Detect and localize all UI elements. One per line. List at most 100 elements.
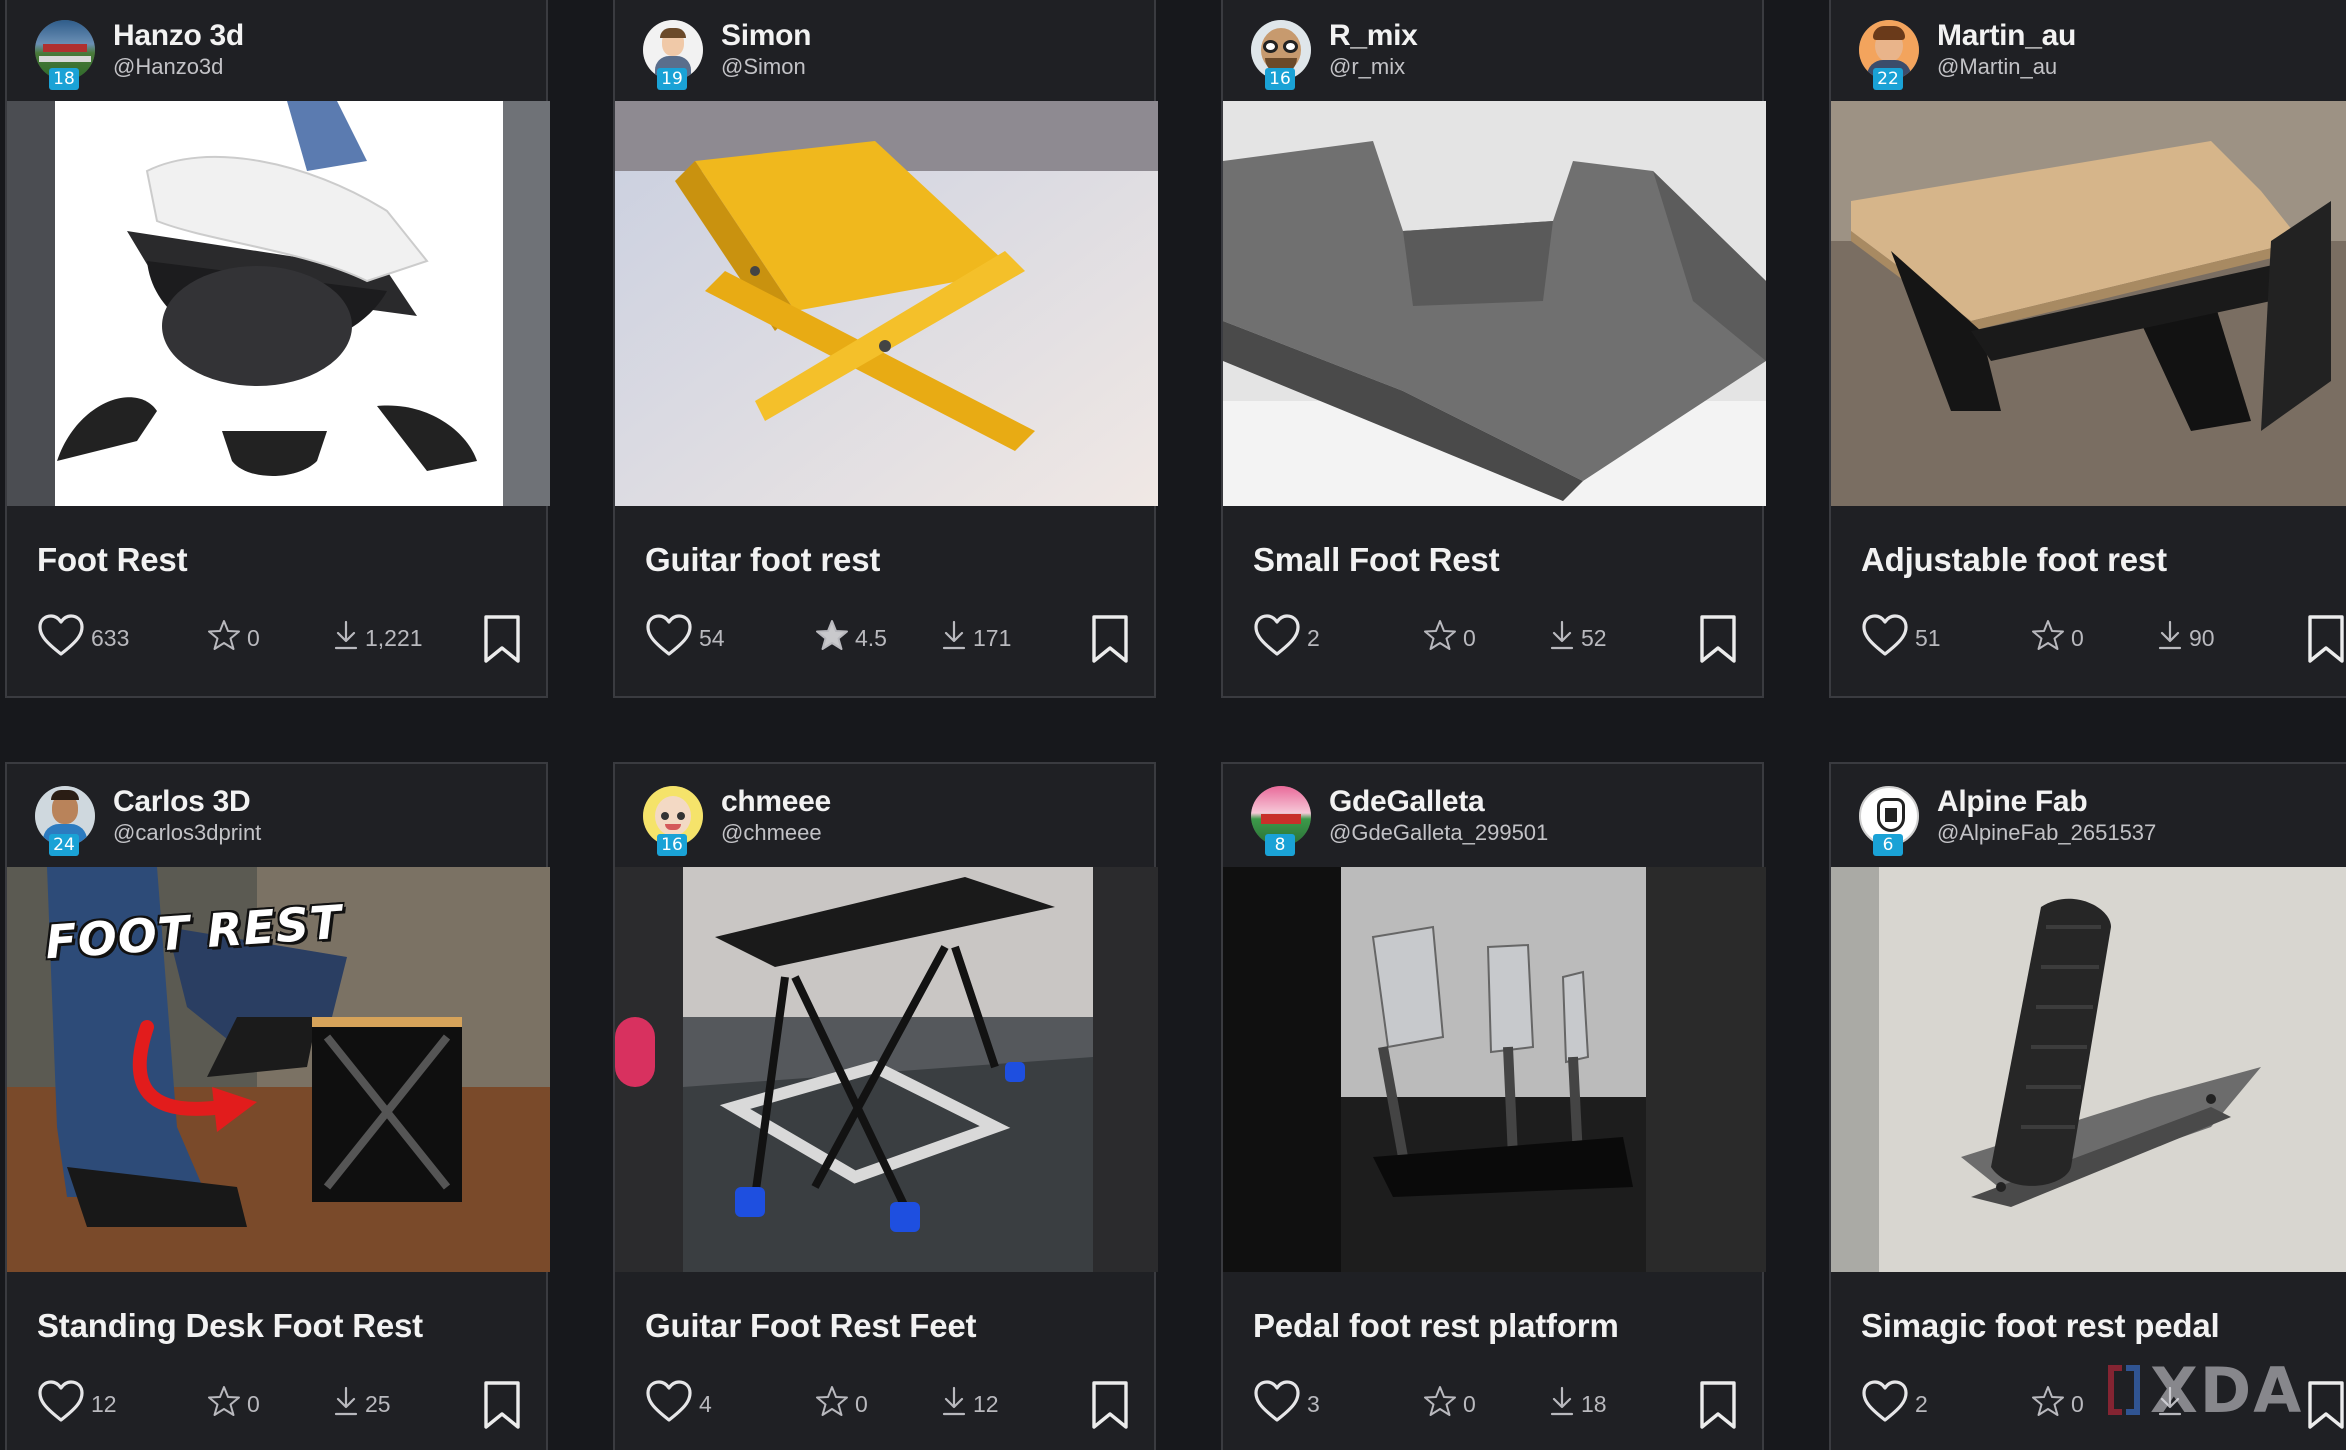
author-handle: @GdeGalleta_299501 — [1329, 819, 1549, 845]
author-name[interactable]: Alpine Fab — [1937, 785, 2156, 819]
model-card[interactable]: 18 Hanzo 3d @Hanzo3d Foot Rest 633 0 1,221 — [5, 0, 550, 698]
author-name[interactable]: Simon — [721, 19, 811, 53]
model-stats: 4 0 12 — [645, 1376, 1145, 1436]
model-card[interactable]: 19 Simon @Simon Guitar foot rest 54 4.5 171 — [613, 0, 1158, 698]
download-icon — [2157, 620, 2189, 656]
rating[interactable]: 0 — [1423, 610, 1476, 666]
model-card[interactable]: 24 Carlos 3D @carlos3dprint FOOT REST Standi… — [5, 762, 550, 1450]
author-name[interactable]: GdeGalleta — [1329, 785, 1548, 819]
model-thumbnail[interactable] — [1223, 867, 1766, 1272]
model-thumbnail[interactable] — [1831, 867, 2346, 1272]
author-name[interactable]: chmeee — [721, 785, 831, 819]
watermark-text: XDA — [2150, 1353, 2304, 1427]
avatar[interactable]: 24 — [35, 785, 95, 856]
model-card[interactable]: 16 chmeee @chmeee Guitar Foot Rest Feet 4 0 12 — [613, 762, 1158, 1450]
level-badge: 8 — [1265, 833, 1295, 856]
rating[interactable]: 0 — [2031, 1376, 2084, 1432]
bookmark-icon[interactable] — [1090, 614, 1130, 669]
star-icon — [1423, 1385, 1463, 1423]
model-card[interactable]: 22 Martin_au @Martin_au Adjustable foot res… — [1829, 0, 2346, 698]
model-title[interactable]: Guitar Foot Rest Feet — [645, 1307, 977, 1345]
like-button[interactable]: 51 — [1861, 610, 1941, 666]
like-button[interactable]: 2 — [1861, 1376, 1928, 1432]
model-thumbnail[interactable] — [615, 867, 1158, 1272]
rating[interactable]: 0 — [207, 1376, 260, 1432]
bookmark-icon[interactable] — [1698, 1380, 1738, 1435]
level-badge: 18 — [49, 67, 79, 90]
model-title[interactable]: Pedal foot rest platform — [1253, 1307, 1619, 1345]
like-count: 2 — [1307, 624, 1320, 651]
avatar[interactable]: 22 — [1859, 19, 1919, 90]
rating[interactable]: 0 — [2031, 610, 2084, 666]
author-handle: @AlpineFab_2651537 — [1937, 819, 2157, 845]
model-title[interactable]: Foot Rest — [37, 541, 188, 579]
model-thumbnail[interactable]: FOOT REST — [7, 867, 550, 1272]
bookmark-icon[interactable] — [1698, 614, 1738, 669]
author-handle: @Simon — [721, 53, 806, 79]
model-title[interactable]: Guitar foot rest — [645, 541, 880, 579]
downloads: 52 — [1549, 610, 1607, 666]
download-icon — [941, 620, 973, 656]
model-stats: 633 0 1,221 — [37, 610, 537, 670]
model-card[interactable]: 8 GdeGalleta @GdeGalleta_299501 Pedal foot … — [1221, 762, 1766, 1450]
rating[interactable]: 0 — [815, 1376, 868, 1432]
model-card[interactable]: 6 Alpine Fab @AlpineFab_2651537 Simagic foo… — [1829, 762, 2346, 1450]
card-author: 18 Hanzo 3d @Hanzo3d — [7, 0, 546, 101]
rating[interactable]: 0 — [1423, 1376, 1476, 1432]
download-count: 171 — [973, 624, 1012, 651]
star-icon — [2031, 619, 2071, 657]
like-count: 3 — [1307, 1390, 1320, 1417]
heart-icon — [1253, 613, 1307, 663]
heart-icon — [645, 1379, 699, 1429]
model-title[interactable]: Standing Desk Foot Rest — [37, 1307, 423, 1345]
model-title[interactable]: Simagic foot rest pedal — [1861, 1307, 2220, 1345]
bookmark-icon[interactable] — [1090, 1380, 1130, 1435]
author-name[interactable]: Carlos 3D — [113, 785, 261, 819]
model-thumbnail[interactable] — [7, 101, 550, 506]
rating-value: 0 — [247, 1390, 260, 1417]
model-thumbnail[interactable] — [615, 101, 1158, 506]
heart-icon — [37, 613, 91, 663]
avatar[interactable]: 18 — [35, 19, 95, 90]
rating-value: 4.5 — [855, 624, 887, 651]
avatar[interactable]: 6 — [1859, 785, 1919, 856]
like-button[interactable]: 12 — [37, 1376, 117, 1432]
card-author: 19 Simon @Simon — [615, 0, 1154, 101]
star-icon — [207, 1385, 247, 1423]
author-handle: @Hanzo3d — [113, 53, 224, 79]
model-title[interactable]: Adjustable foot rest — [1861, 541, 2167, 579]
model-thumbnail[interactable] — [1223, 101, 1766, 506]
rating-value: 0 — [855, 1390, 868, 1417]
level-badge: 19 — [657, 67, 687, 90]
bookmark-icon[interactable] — [482, 614, 522, 669]
model-card[interactable]: 16 R_mix @r_mix Small Foot Rest 2 0 52 — [1221, 0, 1766, 698]
like-button[interactable]: 2 — [1253, 610, 1320, 666]
avatar[interactable]: 16 — [643, 785, 703, 856]
heart-icon — [37, 1379, 91, 1429]
star-icon — [815, 1385, 855, 1423]
avatar[interactable]: 8 — [1251, 785, 1311, 856]
author-name[interactable]: Martin_au — [1937, 19, 2076, 53]
avatar[interactable]: 16 — [1251, 19, 1311, 90]
download-count: 52 — [1581, 624, 1607, 651]
rating-value: 0 — [1463, 624, 1476, 651]
rating-value: 0 — [2071, 1390, 2084, 1417]
rating[interactable]: 0 — [207, 610, 260, 666]
model-title[interactable]: Small Foot Rest — [1253, 541, 1500, 579]
level-badge: 24 — [49, 833, 79, 856]
author-name[interactable]: R_mix — [1329, 19, 1418, 53]
level-badge: 16 — [1265, 67, 1295, 90]
download-icon — [1549, 1386, 1581, 1422]
bookmark-icon[interactable] — [482, 1380, 522, 1435]
like-button[interactable]: 3 — [1253, 1376, 1320, 1432]
like-button[interactable]: 54 — [645, 610, 725, 666]
avatar[interactable]: 19 — [643, 19, 703, 90]
rating-value: 0 — [247, 624, 260, 651]
like-button[interactable]: 633 — [37, 610, 129, 666]
author-name[interactable]: Hanzo 3d — [113, 19, 244, 53]
rating[interactable]: 4.5 — [815, 610, 887, 666]
model-stats: 51 0 90 — [1861, 610, 2346, 670]
bookmark-icon[interactable] — [2306, 614, 2346, 669]
model-thumbnail[interactable] — [1831, 101, 2346, 506]
like-button[interactable]: 4 — [645, 1376, 712, 1432]
